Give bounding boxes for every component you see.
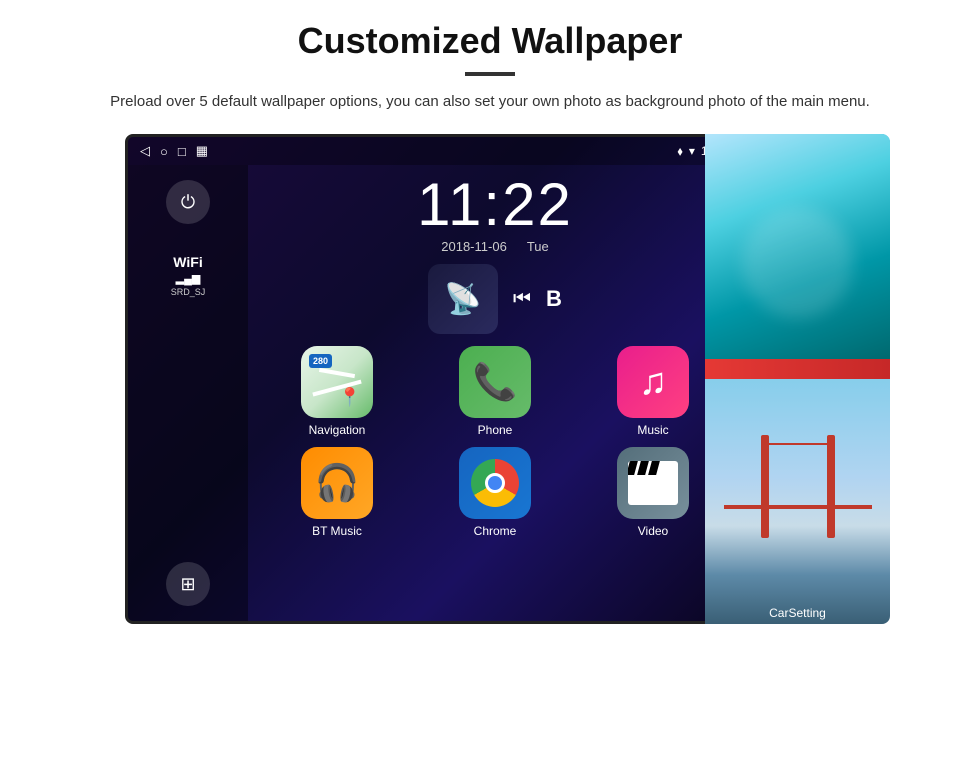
apps-grid-button[interactable]: ⊞ bbox=[166, 562, 210, 606]
power-icon: ⏻ bbox=[181, 192, 195, 213]
app-item-chrome[interactable]: Chrome bbox=[421, 447, 569, 538]
grid-icon: ⊞ bbox=[180, 574, 195, 595]
app-item-navigation[interactable]: 280 📍 Navigation bbox=[263, 346, 411, 437]
chrome-circle-icon bbox=[471, 459, 519, 507]
chrome-app-label: Chrome bbox=[474, 524, 517, 538]
wifi-status-icon: ▾ bbox=[689, 144, 695, 158]
screen-content: ⏻ WiFi ▂▄▆ SRD_SJ ⊞ 11:22 bbox=[128, 165, 742, 621]
carsetting-label: CarSetting bbox=[769, 606, 826, 620]
location-icon: ⬧ bbox=[677, 144, 682, 159]
wifi-info: WiFi ▂▄▆ SRD_SJ bbox=[171, 254, 206, 297]
clock-time: 11:22 bbox=[258, 175, 732, 235]
app-item-phone[interactable]: 📞 Phone bbox=[421, 346, 569, 437]
recents-icon[interactable]: □ bbox=[178, 144, 186, 159]
carsetting-label-container: CarSetting bbox=[705, 604, 890, 622]
bluetooth-headphone-icon: 🎧 bbox=[315, 462, 360, 504]
device-container: ◁ ○ □ ▦ ⬧ ▾ 11:22 ⏻ bbox=[90, 134, 890, 654]
clock-date: 2018-11-06 Tue bbox=[258, 239, 732, 254]
wallpaper-thumbnails: CarSetting bbox=[705, 134, 890, 624]
bridge-cable-left bbox=[761, 443, 798, 509]
prev-track-icon[interactable]: ⏮ bbox=[513, 288, 531, 311]
chrome-center-icon bbox=[485, 473, 505, 493]
chrome-app-icon bbox=[459, 447, 531, 519]
bt-music-app-icon: 🎧 bbox=[301, 447, 373, 519]
title-divider bbox=[465, 72, 515, 76]
wallpaper-thumb-ice[interactable] bbox=[705, 134, 890, 379]
clapper-stripe-3 bbox=[648, 461, 660, 475]
bridge-cable-right bbox=[798, 443, 835, 509]
phone-app-icon: 📞 bbox=[459, 346, 531, 418]
wallpaper-thumb-bridge[interactable]: CarSetting bbox=[705, 379, 890, 624]
clapper-stripe-2 bbox=[637, 461, 649, 475]
music-note-icon: ♫ bbox=[639, 361, 668, 404]
clapper-top bbox=[628, 461, 678, 475]
map-badge: 280 bbox=[309, 354, 332, 368]
clock-area: 11:22 2018-11-06 Tue bbox=[258, 175, 732, 254]
phone-app-label: Phone bbox=[478, 423, 513, 437]
home-icon[interactable]: ○ bbox=[160, 144, 168, 159]
broadcast-icon: 📡 bbox=[444, 282, 481, 317]
clock-day-value: Tue bbox=[527, 239, 549, 254]
navigation-app-label: Navigation bbox=[309, 423, 366, 437]
power-button[interactable]: ⏻ bbox=[166, 180, 210, 224]
android-screen: ◁ ○ □ ▦ ⬧ ▾ 11:22 ⏻ bbox=[125, 134, 745, 624]
page-container: Customized Wallpaper Preload over 5 defa… bbox=[0, 0, 980, 758]
music-app-icon: ♫ bbox=[617, 346, 689, 418]
clapper-body bbox=[628, 475, 678, 505]
media-app-icon[interactable]: 📡 bbox=[428, 264, 498, 334]
wallpaper-banner-top bbox=[705, 359, 890, 379]
bt-music-app-label: BT Music bbox=[312, 524, 362, 538]
map-road2 bbox=[319, 368, 355, 378]
back-icon[interactable]: ◁ bbox=[140, 143, 150, 159]
map-pin-icon: 📍 bbox=[339, 387, 361, 408]
center-area: 11:22 2018-11-06 Tue 📡 ⏮ B bbox=[248, 165, 742, 621]
page-title: Customized Wallpaper bbox=[298, 20, 683, 62]
wifi-label: WiFi bbox=[171, 254, 206, 270]
wifi-ssid: SRD_SJ bbox=[171, 287, 206, 297]
page-subtitle: Preload over 5 default wallpaper options… bbox=[110, 90, 870, 114]
navigation-app-icon: 280 📍 bbox=[301, 346, 373, 418]
clapper-stripe-1 bbox=[628, 461, 638, 475]
screenshot-icon[interactable]: ▦ bbox=[196, 143, 208, 159]
media-bar: 📡 ⏮ B bbox=[258, 264, 732, 334]
video-app-icon bbox=[617, 447, 689, 519]
app-grid: 280 📍 Navigation 📞 Phone bbox=[258, 346, 732, 538]
video-app-label: Video bbox=[638, 524, 668, 538]
bridge-structure bbox=[724, 391, 872, 538]
status-bar: ◁ ○ □ ▦ ⬧ ▾ 11:22 bbox=[128, 137, 742, 165]
sidebar: ⏻ WiFi ▂▄▆ SRD_SJ ⊞ bbox=[128, 165, 248, 621]
golden-gate-wallpaper bbox=[705, 379, 890, 624]
status-left: ◁ ○ □ ▦ bbox=[140, 143, 208, 159]
wifi-bars: ▂▄▆ bbox=[171, 272, 206, 285]
clock-date-value: 2018-11-06 bbox=[441, 239, 507, 254]
phone-icon: 📞 bbox=[473, 361, 518, 403]
app-item-bt-music[interactable]: 🎧 BT Music bbox=[263, 447, 411, 538]
music-app-label: Music bbox=[637, 423, 668, 437]
media-text: B bbox=[546, 286, 562, 312]
ice-cave-wallpaper bbox=[705, 134, 890, 379]
